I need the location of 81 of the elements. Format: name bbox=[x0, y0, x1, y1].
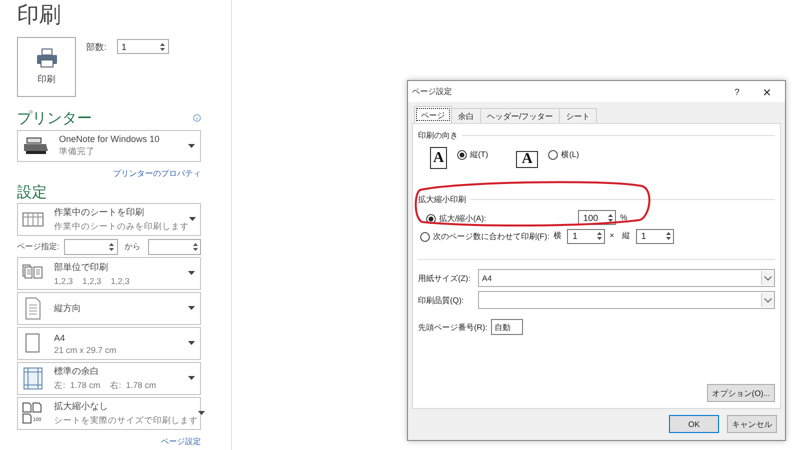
field-label: 用紙サイズ(Z): bbox=[418, 272, 472, 284]
radio-label: 横(L) bbox=[561, 149, 579, 160]
radio-button[interactable] bbox=[548, 150, 558, 160]
cancel-button[interactable]: キャンセル bbox=[727, 415, 777, 433]
caret-icon bbox=[189, 217, 196, 222]
printer-name: OneNote for Windows 10 bbox=[59, 134, 161, 144]
page-range-label: ページ指定: bbox=[17, 241, 60, 252]
setting-title: 作業中のシートを印刷 bbox=[54, 206, 145, 219]
printer-status: 準備完了 bbox=[59, 146, 96, 158]
setting-title: 縦方向 bbox=[54, 302, 82, 315]
setting-title: 拡大縮小なし bbox=[54, 400, 109, 413]
percent-label: % bbox=[620, 213, 628, 222]
caret-icon bbox=[188, 144, 195, 148]
printer-icon bbox=[23, 137, 49, 155]
setting-subtitle: 作業中のシートのみを印刷します bbox=[54, 221, 189, 233]
setting-title: A4 bbox=[54, 332, 66, 342]
margin-page-icon bbox=[22, 366, 44, 390]
page-title: 印刷 bbox=[17, 2, 62, 29]
spin-arrows-icon bbox=[192, 240, 199, 252]
settings-dropdown[interactable]: 部単位で印刷 1,2,3 1,2,3 1,2,3 bbox=[17, 257, 201, 290]
section-heading: 設定 bbox=[17, 182, 47, 202]
spin-arrows-icon bbox=[596, 230, 603, 242]
printer-icon bbox=[36, 48, 58, 68]
spin-arrows-icon bbox=[664, 230, 672, 242]
radio-button[interactable] bbox=[420, 232, 430, 242]
settings-dropdown[interactable]: A4 21 cm x 29.7 cm bbox=[17, 327, 201, 360]
chevron-icon bbox=[764, 298, 772, 302]
settings-dropdown[interactable]: 標準の余白 左: 1.78 cm 右: 1.78 cm bbox=[17, 362, 201, 395]
wide-label: 横 bbox=[553, 230, 562, 241]
group-heading: 印刷の向き bbox=[418, 130, 458, 140]
chevron-icon bbox=[764, 276, 772, 280]
radio-label: 拡大/縮小(A): bbox=[439, 213, 486, 224]
printer-dropdown[interactable]: OneNote for Windows 10 準備完了 bbox=[17, 130, 201, 162]
section-heading: プリンター bbox=[17, 108, 92, 128]
settings-dropdown[interactable]: 作業中のシートを印刷 作業中のシートのみを印刷します bbox=[17, 203, 201, 236]
settings-dropdown[interactable]: 縦方向 bbox=[17, 292, 201, 325]
spin-arrows-icon bbox=[159, 40, 166, 52]
radio-button[interactable] bbox=[457, 150, 467, 160]
print-button[interactable]: 印刷 bbox=[17, 37, 76, 97]
radio-label: 縦(T) bbox=[470, 149, 488, 160]
tab[interactable]: ヘッダー/フッター bbox=[480, 108, 560, 123]
info-icon bbox=[193, 114, 201, 122]
setting-subtitle: 21 cm x 29.7 cm bbox=[54, 344, 118, 354]
setting-title: 部単位で印刷 bbox=[54, 261, 109, 274]
caret-icon bbox=[188, 341, 195, 346]
spin-field[interactable] bbox=[64, 238, 118, 254]
first-page-input[interactable]: 自動 bbox=[491, 319, 524, 335]
setting-subtitle: 1,2,3 1,2,3 1,2,3 bbox=[54, 276, 131, 286]
setting-subtitle: シートを実際のサイズで印刷します bbox=[54, 415, 198, 427]
caret-icon bbox=[198, 411, 205, 416]
spin-field[interactable]: 1 bbox=[116, 39, 169, 54]
radio-label: 次のページ数に合わせて印刷(F): bbox=[433, 231, 550, 242]
spin-field[interactable] bbox=[148, 238, 202, 254]
caret-icon bbox=[188, 376, 195, 381]
times-label: × bbox=[609, 231, 614, 240]
printer-properties-link[interactable]: プリンターのプロパティ bbox=[113, 168, 201, 179]
options-button[interactable]: オプション(O)... bbox=[706, 384, 775, 402]
ok-button[interactable]: OK bbox=[669, 415, 719, 433]
pages-icon bbox=[22, 402, 44, 424]
spin-arrows-icon bbox=[108, 240, 116, 252]
portrait-page-icon: A bbox=[430, 147, 447, 169]
page-setup-link[interactable]: ページ設定 bbox=[161, 436, 201, 447]
tab[interactable]: 余白 bbox=[451, 108, 481, 123]
tab[interactable]: ページ bbox=[414, 106, 452, 123]
copies-label: 部数: bbox=[86, 41, 107, 54]
caret-icon bbox=[188, 271, 195, 276]
range-to-label: から bbox=[124, 241, 141, 252]
tall-label: 縦 bbox=[622, 230, 630, 241]
tab[interactable]: シート bbox=[559, 108, 598, 123]
spin-field[interactable]: 1 bbox=[636, 228, 674, 244]
spin-arrows-icon bbox=[606, 212, 614, 224]
setting-subtitle: 左: 1.78 cm 右: 1.78 cm bbox=[54, 380, 158, 392]
field-label: 先頭ページ番号(R): bbox=[418, 322, 488, 332]
paper-size-select[interactable]: A4 bbox=[478, 269, 775, 287]
group-heading: 拡大縮小印刷 bbox=[418, 194, 466, 204]
landscape-page-icon: A bbox=[516, 151, 538, 168]
field-label: 印刷品質(Q): bbox=[418, 294, 465, 306]
spin-field[interactable]: 1 bbox=[567, 228, 606, 244]
dialog-title: ページ設定 bbox=[412, 86, 453, 97]
setting-title: 標準の余白 bbox=[54, 365, 100, 378]
caret-icon bbox=[188, 306, 195, 311]
